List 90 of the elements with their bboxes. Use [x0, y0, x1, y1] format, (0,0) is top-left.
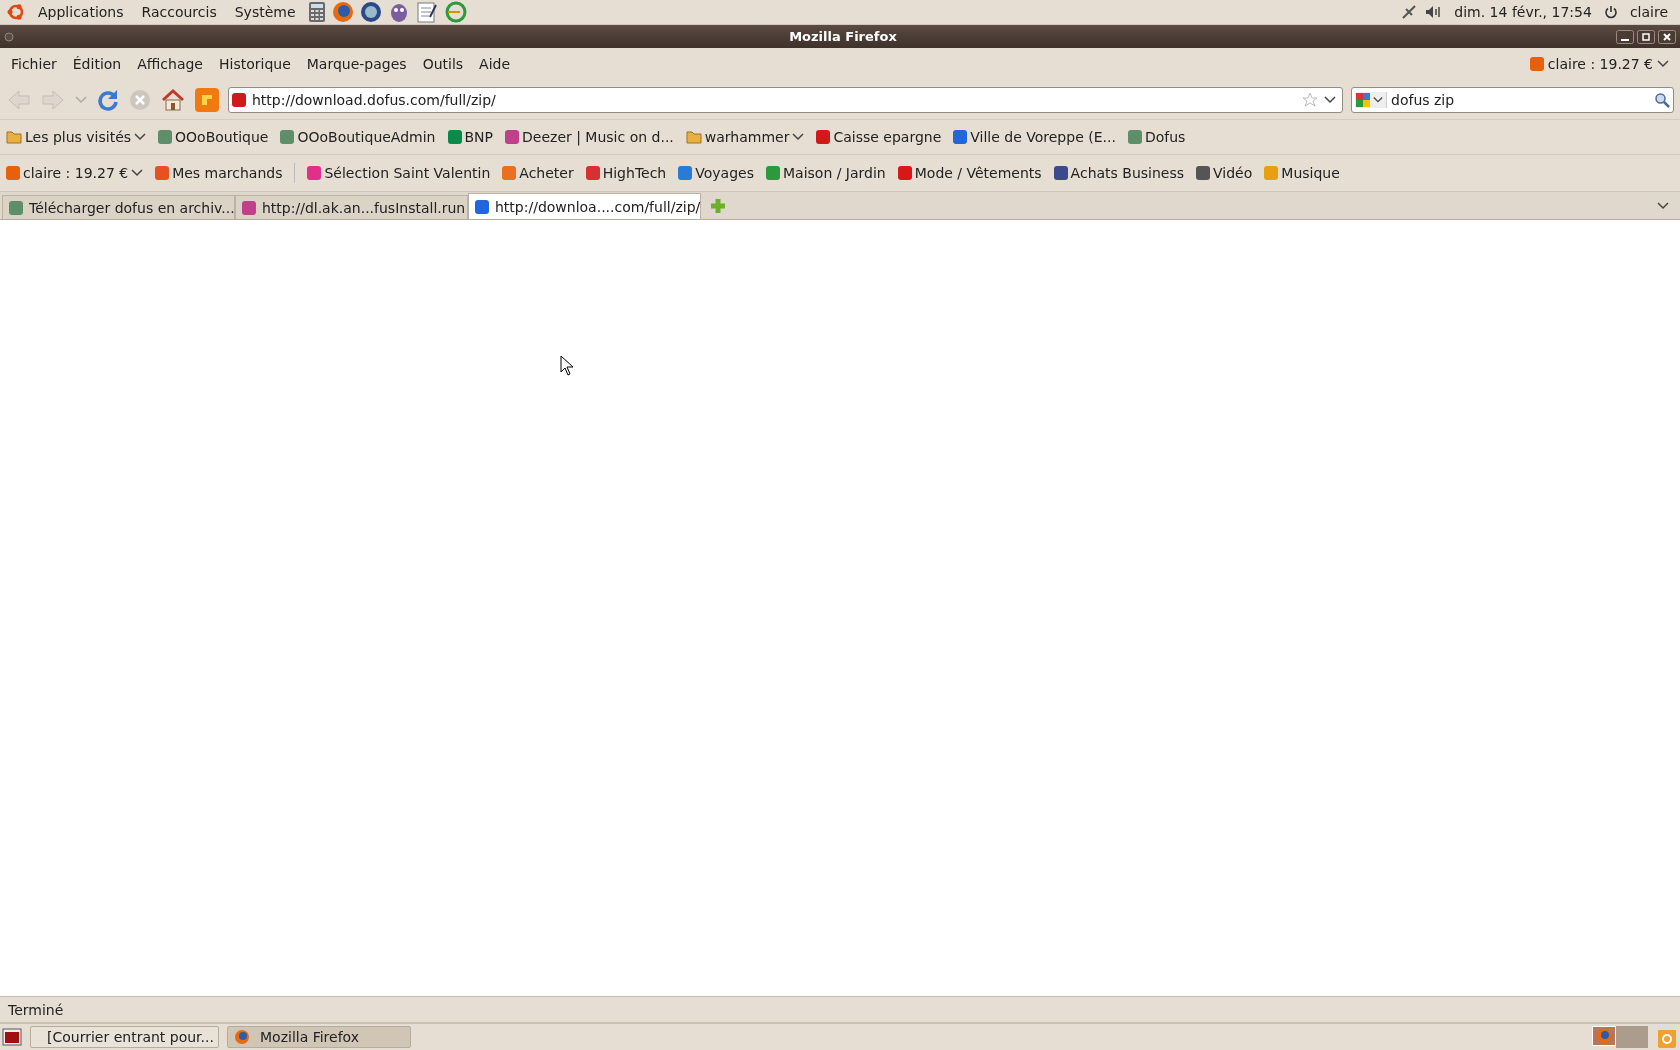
- caret-icon[interactable]: [1373, 95, 1383, 104]
- caret-icon: [1657, 60, 1669, 68]
- mouse-pointer-icon: [560, 355, 574, 376]
- favicon-icon: [1053, 166, 1068, 180]
- toolbar-link[interactable]: Voyages: [678, 165, 754, 181]
- taskbar-window[interactable]: Mozilla Firefox: [227, 1026, 411, 1048]
- favicon-icon: [6, 166, 20, 180]
- bookmark[interactable]: Ville de Voreppe (E...: [953, 129, 1116, 145]
- toolbar-link[interactable]: Achats Business: [1053, 165, 1185, 181]
- favicon-icon: [9, 200, 23, 215]
- panel-menu[interactable]: Raccourcis: [135, 4, 223, 20]
- favicon-icon: [158, 130, 173, 144]
- menu-item[interactable]: Historique: [211, 56, 299, 72]
- toolbar-link[interactable]: Musique: [1264, 165, 1340, 181]
- search-engine-icon[interactable]: [1355, 91, 1371, 108]
- favicon-icon: [307, 166, 322, 180]
- favicon-icon: [505, 130, 520, 144]
- toolbar-link[interactable]: Mode / Vêtements: [897, 165, 1042, 181]
- favicon-icon: [232, 92, 246, 107]
- status-text: Terminé: [8, 1001, 64, 1018]
- app-icon: [234, 1029, 250, 1045]
- clock[interactable]: dim. 14 févr., 17:54: [1448, 4, 1598, 20]
- tab-list-caret-icon[interactable]: [1656, 201, 1670, 211]
- globe-icon[interactable]: [1592, 1026, 1616, 1046]
- search-icon[interactable]: [1654, 91, 1670, 108]
- favicon-icon: [1196, 166, 1211, 180]
- minimize-icon[interactable]: [1616, 29, 1634, 44]
- menu-item[interactable]: Édition: [64, 56, 130, 72]
- favicon-icon: [1264, 166, 1279, 180]
- favicon-icon: [897, 166, 912, 180]
- browser-tab[interactable]: http://downloa....com/full/zip/: [468, 193, 701, 219]
- workspace-switcher[interactable]: [1592, 1026, 1648, 1048]
- menu-item[interactable]: Affichage: [129, 56, 211, 72]
- bookmark[interactable]: BNP: [447, 129, 494, 145]
- globe-icon[interactable]: [359, 1, 382, 23]
- favicon-icon: [953, 130, 968, 144]
- menu-item[interactable]: Outils: [414, 56, 472, 72]
- favicon-icon: [155, 166, 170, 180]
- network-icon[interactable]: [1400, 3, 1419, 21]
- toolbar-link[interactable]: Maison / Jardin: [765, 165, 886, 181]
- toolbar-link[interactable]: HighTech: [585, 165, 667, 181]
- folder-icon: [685, 130, 702, 144]
- favicon-icon: [585, 166, 600, 180]
- globe-icon[interactable]: [331, 1, 354, 23]
- browser-tab[interactable]: Télécharger dofus en archiv...: [2, 195, 235, 219]
- ubuntu-logo-icon[interactable]: [6, 2, 26, 22]
- window-menu-icon[interactable]: [4, 31, 14, 42]
- bookmark[interactable]: OOoBoutiqueAdmin: [280, 129, 436, 145]
- favicon-icon: [678, 166, 693, 180]
- folder-icon: [6, 130, 22, 144]
- bookmark[interactable]: Dofus: [1127, 129, 1186, 145]
- calculator-icon[interactable]: [307, 1, 326, 23]
- close-icon[interactable]: [1658, 29, 1676, 44]
- bookmark[interactable]: Deezer | Music on d...: [505, 129, 674, 145]
- caret-icon[interactable]: [1324, 95, 1336, 104]
- favicon-icon: [502, 166, 517, 180]
- favicon-icon: [475, 199, 489, 214]
- notepad-icon[interactable]: [415, 1, 438, 23]
- panel-menu[interactable]: Applications: [32, 4, 130, 20]
- maximize-icon[interactable]: [1637, 29, 1655, 44]
- favicon-icon: [242, 200, 256, 215]
- star-icon[interactable]: [1302, 91, 1318, 108]
- user-name[interactable]: claire: [1623, 4, 1674, 20]
- home-icon[interactable]: [160, 87, 186, 112]
- favicon-icon: [765, 166, 780, 180]
- bookmark[interactable]: Les plus visités: [6, 129, 147, 145]
- browser-tab[interactable]: http://dl.ak.an...fusInstall.run: [235, 195, 468, 219]
- favicon-icon: [1127, 130, 1142, 144]
- taskbar-window[interactable]: [Courrier entrant pour...: [30, 1026, 219, 1048]
- toolbar-link[interactable]: Vidéo: [1196, 165, 1253, 181]
- bookmark[interactable]: OOoBoutique: [158, 129, 269, 145]
- favicon-icon: [816, 130, 831, 144]
- show-desktop-icon[interactable]: [2, 1028, 22, 1046]
- search-field[interactable]: dofus zip: [1351, 86, 1674, 113]
- url-field[interactable]: http://download.dofus.com/full/zip/: [228, 86, 1343, 113]
- favicon-icon: [447, 130, 462, 144]
- menu-item[interactable]: Aide: [471, 56, 519, 72]
- toolbar-link[interactable]: Acheter: [502, 165, 574, 181]
- toolbar-link[interactable]: claire : 19.27 €: [6, 165, 144, 181]
- window-title: Mozilla Firefox: [788, 29, 898, 44]
- bookmark[interactable]: Caisse epargne: [816, 129, 942, 145]
- panel-menu[interactable]: Système: [228, 4, 302, 20]
- power-icon[interactable]: [1603, 5, 1618, 19]
- toolbar-link[interactable]: Sélection Saint Valentin: [307, 165, 491, 181]
- menu-item[interactable]: Fichier: [3, 56, 65, 72]
- menu-item[interactable]: Marque-pages: [298, 56, 415, 72]
- toolbar-link[interactable]: Mes marchands: [155, 165, 283, 181]
- bookmark[interactable]: warhammer: [685, 129, 805, 145]
- favicon-icon: [280, 130, 295, 144]
- account-menu[interactable]: claire : 19.27 €: [1521, 56, 1677, 72]
